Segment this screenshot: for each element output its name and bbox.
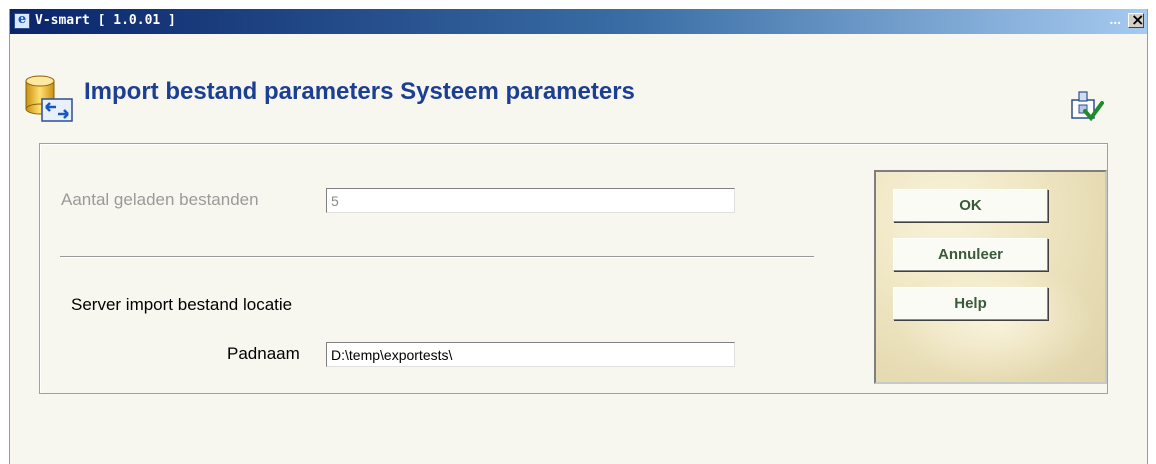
- close-icon[interactable]: [1128, 10, 1144, 29]
- title-bar[interactable]: V-smart [ 1.0.01 ] ...: [10, 9, 1147, 34]
- settings-check-icon[interactable]: [1069, 89, 1104, 123]
- cancel-button[interactable]: Annuleer: [893, 238, 1048, 271]
- ok-button[interactable]: OK: [893, 189, 1048, 222]
- path-input[interactable]: D:\temp\exportests\: [326, 342, 735, 367]
- path-label: Padnaam: [227, 344, 300, 363]
- ie-icon: [14, 12, 30, 29]
- loaded-files-field: 5: [326, 188, 735, 213]
- section-label: Server import bestand locatie: [71, 295, 293, 314]
- button-panel: OK Annuleer Help: [874, 170, 1107, 384]
- window-title: V-smart [ 1.0.01 ]: [35, 13, 176, 28]
- page-title: Import bestand parameters Systeem parame…: [84, 78, 635, 105]
- title-dots: ...: [1109, 11, 1121, 27]
- help-button[interactable]: Help: [893, 287, 1048, 320]
- database-import-icon: [25, 75, 73, 122]
- loaded-files-label: Aantal geladen bestanden: [61, 190, 259, 209]
- section-divider: [60, 256, 814, 258]
